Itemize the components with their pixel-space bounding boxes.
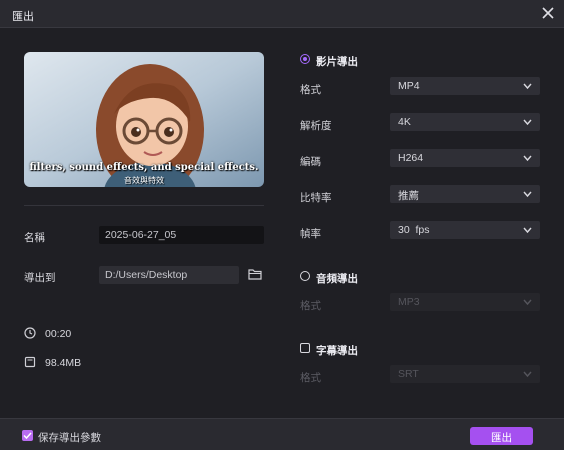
export-to-label: 導出到 — [24, 272, 56, 284]
resolution-select[interactable]: 4K — [390, 113, 540, 131]
bitrate-label: 比特率 — [300, 192, 332, 204]
footer-bar: 保存導出參數 匯出 — [0, 418, 564, 450]
subtitle-format-value: SRT — [398, 368, 419, 380]
video-export-title: 影片導出 — [316, 56, 358, 68]
audio-format-value: MP3 — [398, 296, 420, 308]
video-preview: filters, sound effects, and special effe… — [24, 52, 264, 187]
format-select[interactable]: MP4 — [390, 77, 540, 95]
window-title: 匯出 — [12, 11, 34, 23]
format-value: MP4 — [398, 80, 420, 92]
preview-caption: filters, sound effects, and special effe… — [29, 162, 259, 173]
audio-format-select[interactable]: MP3 — [390, 293, 540, 311]
folder-icon[interactable] — [248, 268, 262, 280]
bitrate-value: 推薦 — [398, 190, 419, 202]
resolution-label: 解析度 — [300, 120, 332, 132]
subtitle-format-label: 格式 — [300, 372, 321, 384]
divider — [24, 205, 264, 206]
chevron-down-icon — [523, 191, 532, 198]
subtitle-export-checkbox[interactable] — [300, 343, 310, 353]
file-size-text: 98.4MB — [45, 357, 82, 369]
name-label: 名稱 — [24, 232, 45, 244]
preview-caption-secondary: 音效與特效 — [124, 176, 164, 185]
checkmark-icon — [23, 432, 32, 440]
name-input[interactable]: 2025-06-27_05 — [99, 226, 264, 244]
chevron-down-icon — [523, 371, 532, 378]
video-export-radio[interactable] — [300, 54, 310, 64]
codec-select[interactable]: H264 — [390, 149, 540, 167]
format-label: 格式 — [300, 84, 321, 96]
file-size-icon — [24, 356, 36, 368]
codec-value: H264 — [398, 152, 424, 164]
audio-format-label: 格式 — [300, 300, 321, 312]
chevron-down-icon — [523, 83, 532, 90]
clock-icon — [24, 327, 36, 339]
chevron-down-icon — [523, 155, 532, 162]
chevron-down-icon — [523, 119, 532, 126]
audio-export-title: 音頻導出 — [316, 273, 358, 285]
close-icon[interactable] — [540, 5, 556, 21]
subtitle-export-title: 字幕導出 — [316, 345, 358, 357]
export-path-field[interactable]: D:/Users/Desktop — [99, 266, 239, 284]
resolution-value: 4K — [398, 116, 411, 128]
audio-export-radio[interactable] — [300, 271, 310, 281]
duration-text: 00:20 — [45, 328, 72, 340]
export-button[interactable]: 匯出 — [470, 427, 533, 445]
frame-rate-select[interactable]: 30 fps — [390, 221, 540, 239]
codec-label: 編碼 — [300, 156, 321, 168]
save-params-checkbox[interactable] — [22, 430, 33, 441]
title-bar: 匯出 — [0, 0, 564, 28]
subtitle-format-select[interactable]: SRT — [390, 365, 540, 383]
chevron-down-icon — [523, 299, 532, 306]
chevron-down-icon — [523, 227, 532, 234]
frame-rate-label: 幀率 — [300, 228, 321, 240]
bitrate-select[interactable]: 推薦 — [390, 185, 540, 203]
save-params-label: 保存導出參數 — [38, 432, 101, 444]
frame-rate-value: 30 fps — [398, 224, 430, 236]
